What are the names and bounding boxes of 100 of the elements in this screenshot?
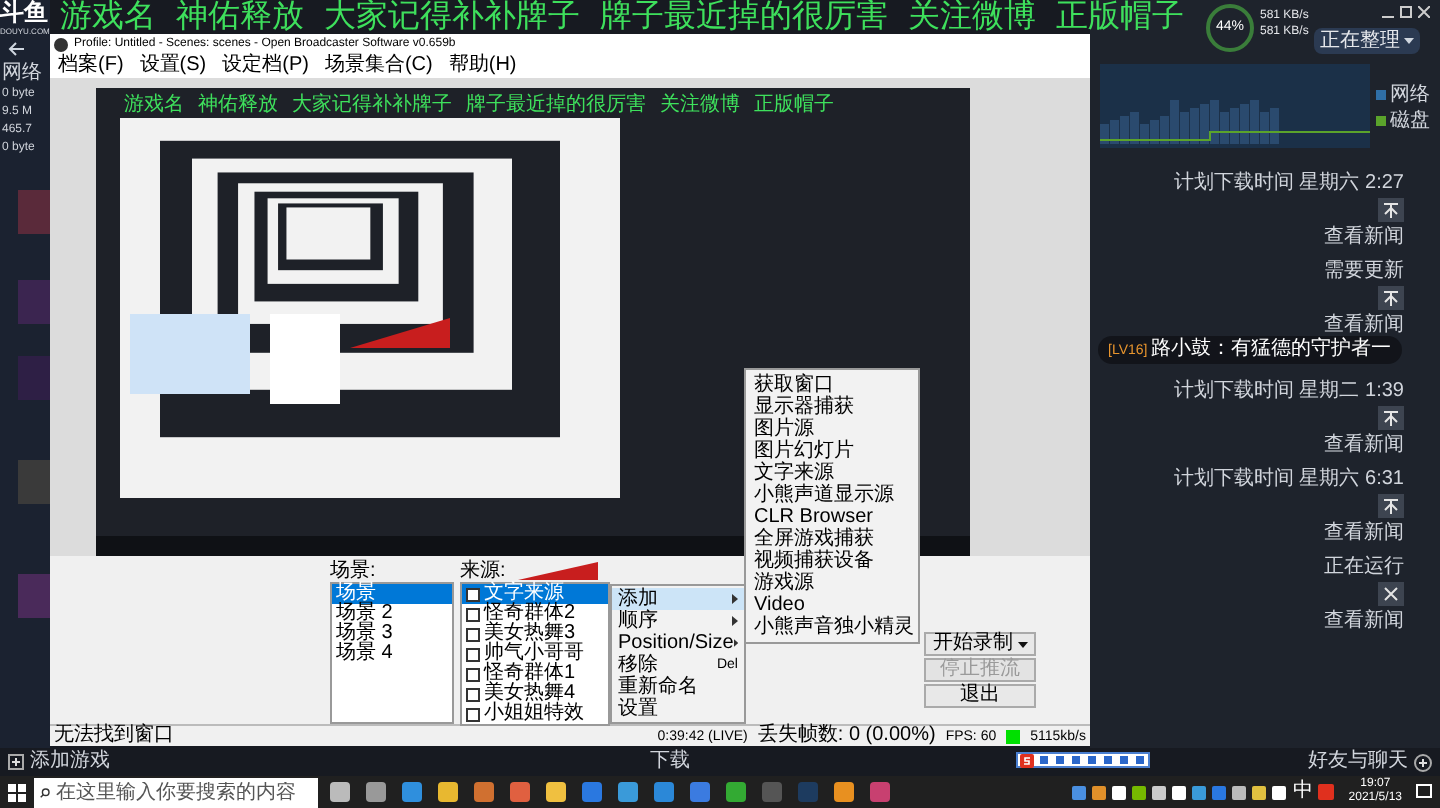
- menu-item[interactable]: 场景集合(C): [324, 56, 433, 76]
- stat-text: 网络: [2, 62, 42, 84]
- download-status: 计划下载时间 星期二 1:39: [1173, 380, 1404, 402]
- menu-item[interactable]: CLR Browser: [746, 506, 918, 528]
- source-item[interactable]: 小姐姐特效: [462, 704, 608, 724]
- menu-label: 添加: [618, 589, 658, 609]
- menu-item[interactable]: 游戏源: [746, 572, 918, 594]
- windows-logo-icon[interactable]: [8, 783, 26, 801]
- source-name: 帅气小哥哥: [484, 644, 584, 664]
- menu-item[interactable]: 档案(F): [58, 56, 124, 76]
- checkbox[interactable]: [466, 687, 480, 701]
- source-name: 美女热舞4: [484, 684, 576, 704]
- menu-item[interactable]: 图片幻灯片: [746, 440, 918, 462]
- source-name: 怪奇群体2: [484, 604, 576, 624]
- search-icon: [40, 785, 50, 799]
- control-button[interactable]: 开始录制: [924, 632, 1036, 656]
- checkbox[interactable]: [466, 647, 480, 661]
- menu-item[interactable]: 顺序: [612, 610, 744, 632]
- menu-item[interactable]: 重新命名: [612, 676, 744, 698]
- source-item[interactable]: 美女热舞4: [462, 684, 608, 704]
- scene-item[interactable]: 场景 3: [332, 624, 452, 644]
- legend-label: 网络: [1390, 84, 1430, 106]
- scene-item[interactable]: 场景 2: [332, 604, 452, 624]
- status-message: 无法找到窗口: [54, 726, 174, 746]
- menu-label: 设置: [618, 699, 658, 719]
- download-button-icon[interactable]: [1378, 494, 1404, 518]
- menu-item[interactable]: 获取窗口: [746, 374, 918, 396]
- overlay-text: 关注微博: [660, 94, 740, 116]
- status-indicator: [1006, 729, 1021, 743]
- scene-item[interactable]: 场景 4: [332, 644, 452, 664]
- source-item[interactable]: 帅气小哥哥: [462, 644, 608, 664]
- submenu-arrow-icon: [732, 594, 738, 604]
- news-link[interactable]: 查看新闻: [1324, 610, 1404, 632]
- plus-icon: [8, 754, 24, 770]
- checkbox[interactable]: [466, 607, 480, 621]
- menu-label: 重新命名: [618, 677, 698, 697]
- source-name: 文字来源: [484, 584, 564, 604]
- news-link[interactable]: 查看新闻: [1324, 314, 1404, 336]
- menu-item[interactable]: 全屏游戏捕获: [746, 528, 918, 550]
- overlay-text: 游戏名: [124, 94, 184, 116]
- chat-message: 路小鼓：有猛德的守护者一: [1151, 340, 1392, 360]
- scene-item[interactable]: 场景: [332, 584, 452, 604]
- ime-toolbar[interactable]: [1016, 752, 1150, 768]
- menu-label: Position/Size: [618, 633, 734, 653]
- checkbox[interactable]: [466, 627, 480, 641]
- caret-icon: [1017, 641, 1027, 647]
- news-link[interactable]: 查看新闻: [1324, 226, 1404, 248]
- download-button-icon[interactable]: [1378, 406, 1404, 430]
- app-icon: [54, 37, 68, 51]
- news-link[interactable]: 查看新闻: [1324, 434, 1404, 456]
- menu-item[interactable]: 显示器捕获: [746, 396, 918, 418]
- overlay-text: 大家记得补补牌子: [292, 94, 452, 116]
- menu-item[interactable]: 设定档(P): [222, 56, 309, 76]
- menu-item[interactable]: 文字来源: [746, 462, 918, 484]
- menu-item[interactable]: 小熊声音独小精灵: [746, 616, 918, 638]
- source-name: 美女热舞3: [484, 624, 576, 644]
- submenu-arrow-icon: [732, 616, 738, 626]
- maximize-icon[interactable]: [1400, 6, 1412, 18]
- menu-item[interactable]: 图片源: [746, 418, 918, 440]
- menu-item[interactable]: 小熊声道显示源: [746, 484, 918, 506]
- download-button-icon[interactable]: [1378, 286, 1404, 310]
- legend-label: 磁盘: [1390, 110, 1430, 132]
- menu-item[interactable]: 添加: [612, 588, 744, 610]
- logo-text: 斗鱼: [0, 0, 48, 26]
- source-item[interactable]: 文字来源: [462, 584, 608, 604]
- stop-button-icon[interactable]: [1378, 582, 1404, 606]
- overlay-text: 神佑释放: [176, 0, 304, 34]
- menu-item[interactable]: 设置(S): [139, 56, 207, 76]
- source-item[interactable]: 怪奇群体1: [462, 664, 608, 684]
- source-name: 小姐姐特效: [484, 704, 584, 724]
- news-link[interactable]: 查看新闻: [1324, 522, 1404, 544]
- source-item[interactable]: 怪奇群体2: [462, 604, 608, 624]
- download-button-icon[interactable]: [1378, 198, 1404, 222]
- notification-icon[interactable]: [1416, 784, 1432, 800]
- back-arrow-icon[interactable]: [8, 42, 26, 56]
- submenu-arrow-icon: [733, 638, 738, 648]
- source-name: 怪奇群体1: [484, 664, 576, 684]
- downloads-button[interactable]: 下载: [650, 752, 690, 772]
- control-button[interactable]: 退出: [924, 684, 1036, 708]
- menu-item[interactable]: 帮助(H): [448, 56, 517, 76]
- overlay-text: 正版帽子: [1056, 0, 1184, 34]
- add-game-button[interactable]: 添加游戏: [8, 752, 110, 772]
- checkbox[interactable]: [466, 587, 480, 601]
- dropped-frames: 丢失帧数: 0 (0.00%): [757, 726, 936, 746]
- sort-dropdown[interactable]: 正在整理: [1314, 28, 1420, 54]
- download-status: 正在运行: [1324, 556, 1404, 578]
- friends-chat-button[interactable]: 好友与聊天: [1308, 752, 1432, 772]
- menu-item[interactable]: 设置: [612, 698, 744, 720]
- checkbox[interactable]: [466, 667, 480, 681]
- list-label: 场景:: [330, 560, 378, 582]
- close-icon[interactable]: [1418, 6, 1430, 18]
- source-item[interactable]: 美女热舞3: [462, 624, 608, 644]
- menu-item[interactable]: Position/Size: [612, 632, 744, 654]
- menu-item[interactable]: Video: [746, 594, 918, 616]
- input-method-indicator[interactable]: 中: [1292, 782, 1313, 802]
- download-status: 计划下载时间 星期六 6:31: [1173, 468, 1404, 490]
- checkbox[interactable]: [466, 707, 480, 721]
- menu-label: 顺序: [618, 611, 658, 631]
- menu-item[interactable]: 视频捕获设备: [746, 550, 918, 572]
- overlay-text: 游戏名: [60, 0, 156, 34]
